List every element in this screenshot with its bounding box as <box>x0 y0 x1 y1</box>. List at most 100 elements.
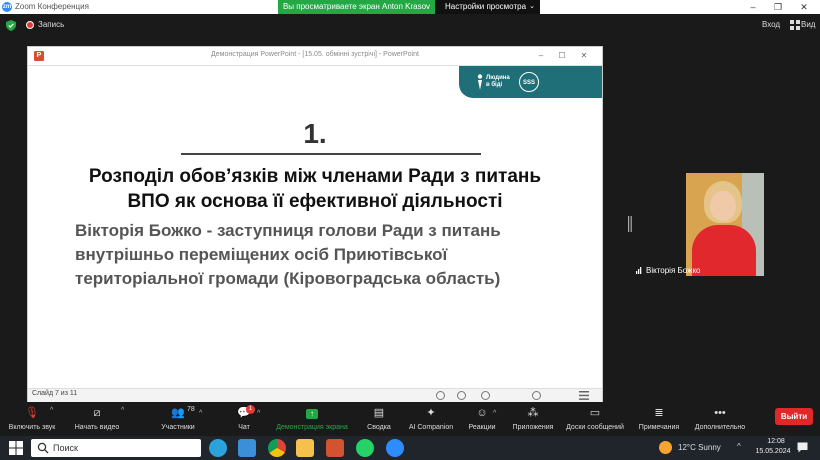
pen-tool-icon[interactable] <box>532 391 541 400</box>
zoom-top-bar: Запись Вход Вид <box>0 14 820 38</box>
whiteboard-icon: ▭ <box>589 407 601 419</box>
slide-subtitle: Вікторія Божко - заступниця голови Ради … <box>75 221 501 288</box>
telegram-icon[interactable] <box>209 439 227 457</box>
zoom-title-bar: zm Zoom Конференция Вы просматриваете эк… <box>0 0 820 14</box>
unmute-label: Включить звук <box>8 424 56 431</box>
recording-icon <box>26 21 34 29</box>
notes-label: Примечания <box>638 424 680 431</box>
powerpoint-window: P Демонстрация PowerPoint - [15.05. обмі… <box>27 46 603 402</box>
reactions-button[interactable]: ☺ ^ Реакции <box>465 404 499 436</box>
taskbar-search-box[interactable]: Поиск <box>31 439 201 457</box>
view-settings-label: Настройки просмотра <box>445 2 527 11</box>
notification-icon[interactable] <box>797 442 808 453</box>
recording-label: Запись <box>38 20 65 29</box>
close-icon[interactable]: ✕ <box>574 49 594 63</box>
close-icon[interactable]: ✕ <box>792 0 816 14</box>
summary-icon: ▤ <box>373 407 385 419</box>
file-explorer-icon[interactable] <box>296 439 314 457</box>
chevron-up-icon[interactable]: ^ <box>493 410 496 417</box>
ai-companion-label: AI Companion <box>408 424 454 431</box>
previous-slide-icon[interactable] <box>436 391 445 400</box>
restore-icon[interactable]: ❐ <box>766 0 790 14</box>
apps-button[interactable]: ⁂ Приложения <box>508 404 558 436</box>
chevron-up-icon[interactable]: ^ <box>199 410 202 417</box>
microphone-muted-icon: 🎙 <box>25 407 39 419</box>
view-button[interactable]: Вид <box>801 20 815 29</box>
shield-icon[interactable] <box>6 20 16 31</box>
chrome-icon[interactable] <box>268 439 286 457</box>
minimize-icon[interactable]: – <box>531 49 551 63</box>
chevron-up-icon[interactable]: ^ <box>50 407 53 414</box>
whatsapp-icon[interactable] <box>356 439 374 457</box>
share-screen-label: Демонстрация экрана <box>276 424 348 431</box>
notes-icon: ≣ <box>654 407 664 419</box>
task-view-icon[interactable] <box>238 439 256 457</box>
apps-icon: ⁂ <box>527 407 539 419</box>
participants-button[interactable]: 👥 78 ^ Участники <box>150 404 206 436</box>
panel-resize-handle[interactable] <box>628 216 632 232</box>
ai-companion-button[interactable]: ✦ AI Companion <box>403 404 459 436</box>
menu-icon[interactable] <box>579 391 589 400</box>
powerpoint-window-title: Демонстрация PowerPoint - [15.05. обмінн… <box>211 51 419 58</box>
slide-menu-icon[interactable] <box>457 391 466 400</box>
logo-text: Людина в біді <box>486 75 510 88</box>
chat-button[interactable]: 💬 1 ^ Чат <box>225 404 263 436</box>
powerpoint-taskbar-icon[interactable] <box>326 439 344 457</box>
more-label: Дополнительно <box>694 424 746 431</box>
start-video-button[interactable]: ⧄ ^ Начать видео <box>64 404 130 436</box>
clock-date[interactable]: 15.05.2024 <box>751 448 795 455</box>
powerpoint-title-bar: P Демонстрация PowerPoint - [15.05. обмі… <box>28 47 602 66</box>
maximize-icon[interactable]: ☐ <box>552 49 572 63</box>
share-screen-button[interactable]: ↑ Демонстрация экрана <box>270 404 354 436</box>
more-button[interactable]: ••• Дополнительно <box>689 404 751 436</box>
chat-label: Чат <box>238 424 250 431</box>
weather-widget[interactable]: 12°C Sunny <box>678 443 721 452</box>
grid-view-icon[interactable] <box>790 20 800 30</box>
exit-fullscreen-button[interactable]: Вход <box>762 20 780 29</box>
participant-name: Вікторія Божко <box>646 266 701 275</box>
slide-counter: Слайд 7 из 11 <box>32 390 78 397</box>
chevron-down-icon: ⌄ <box>529 3 535 10</box>
zoom-taskbar-icon[interactable] <box>386 439 404 457</box>
screen-share-banner: Вы просматриваете экран Anton Krasov <box>278 0 435 14</box>
slide-number: 1. <box>303 118 327 149</box>
zoom-toolbar: 🎙 ^ Включить звук ⧄ ^ Начать видео 👥 78 … <box>0 404 820 436</box>
apps-label: Приложения <box>512 424 554 431</box>
share-screen-icon: ↑ <box>270 407 354 419</box>
zoom-window-title: Zoom Конференция <box>15 2 89 11</box>
windows-start-icon[interactable] <box>8 440 24 456</box>
slide-title: Розподіл обов’язків між членами Ради з п… <box>88 166 542 212</box>
whiteboards-button[interactable]: ▭ Доски сообщений <box>562 404 628 436</box>
notes-button[interactable]: ≣ Примечания <box>636 404 682 436</box>
chevron-up-icon[interactable]: ^ <box>121 407 124 414</box>
summary-button[interactable]: ▤ Сводка <box>360 404 398 436</box>
clock-time[interactable]: 12:08 <box>757 438 795 445</box>
slide-divider <box>181 153 481 155</box>
sun-icon[interactable] <box>659 441 672 454</box>
whiteboards-label: Доски сообщений <box>566 424 624 431</box>
leave-meeting-button[interactable]: Выйти <box>775 408 813 425</box>
start-video-label: Начать видео <box>74 424 120 431</box>
participants-icon: 👥 <box>171 407 185 419</box>
slide: Людина в біді SSS 1. Розподіл обов’язків… <box>28 66 602 388</box>
chevron-up-icon[interactable]: ^ <box>737 442 741 451</box>
chat-unread-badge: 1 <box>246 405 255 414</box>
summary-label: Сводка <box>367 424 391 431</box>
search-placeholder: Поиск <box>53 443 78 453</box>
unmute-button[interactable]: 🎙 ^ Включить звук <box>0 404 64 436</box>
person-icon <box>477 74 483 90</box>
windows-taskbar: Поиск 12°C Sunny ^ 12:08 15.05.2024 <box>0 436 820 460</box>
chevron-up-icon[interactable]: ^ <box>257 410 260 417</box>
sss-badge: SSS <box>519 72 539 92</box>
next-slide-icon[interactable] <box>481 391 490 400</box>
sparkle-icon: ✦ <box>426 407 436 419</box>
minimize-icon[interactable]: – <box>741 0 765 14</box>
participant-body <box>692 225 756 276</box>
zoom-logo-icon: zm <box>2 2 12 12</box>
participant-face <box>710 191 736 221</box>
more-dots-icon: ••• <box>714 407 726 419</box>
organization-logo: Людина в біді SSS <box>459 66 602 98</box>
participant-video[interactable] <box>686 173 764 276</box>
view-settings-dropdown[interactable]: Настройки просмотра ⌄ <box>435 0 540 14</box>
slideshow-status-bar: Слайд 7 из 11 <box>28 388 602 402</box>
